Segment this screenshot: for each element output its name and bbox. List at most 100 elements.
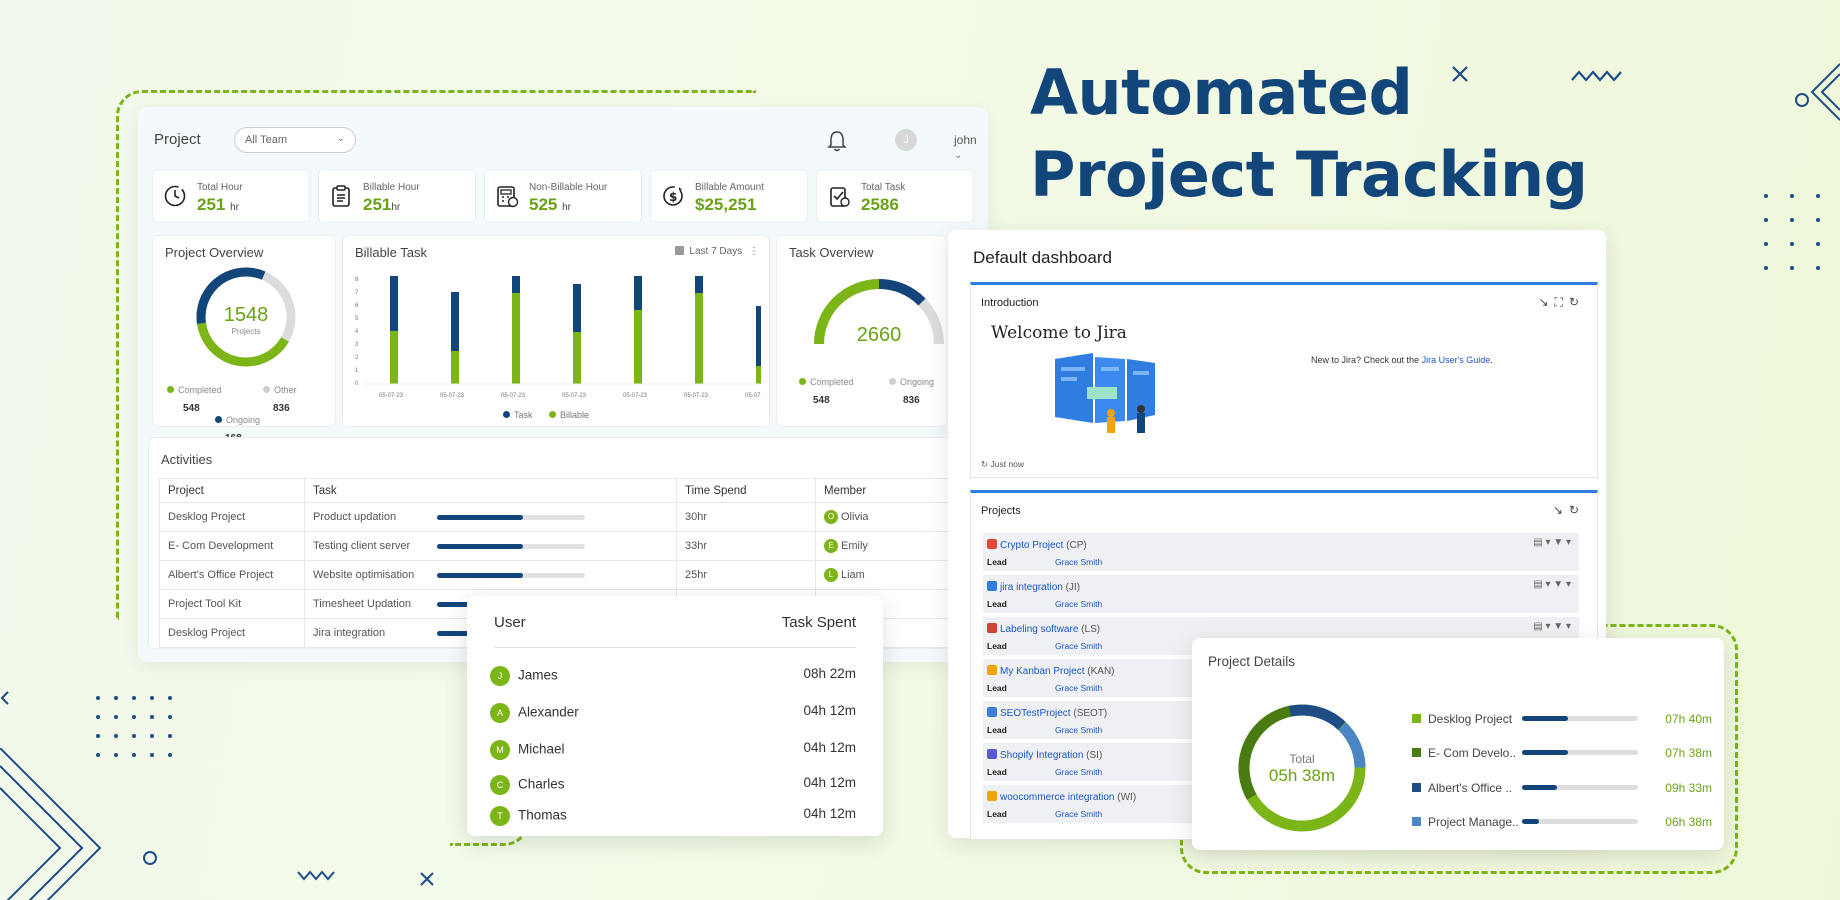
donut-total: 1548 [223, 304, 269, 326]
avatar: O [824, 510, 838, 524]
list-item[interactable]: T Thomas 04h 12m [490, 806, 856, 828]
svg-text:05-07-23: 05-07-23 [623, 393, 648, 399]
progress-bar [1522, 716, 1638, 721]
gadget-actions: ↘⛶↻ [1538, 295, 1585, 310]
list-item[interactable]: A Alexander 04h 12m [490, 703, 856, 725]
project-avatar-icon [987, 749, 997, 759]
fullscreen-icon[interactable]: ⛶ [1555, 295, 1569, 309]
avatar: A [490, 703, 510, 723]
project-avatar-icon [987, 539, 997, 549]
lead-link[interactable]: Grace Smith [1055, 809, 1102, 819]
lead-link[interactable]: Grace Smith [1055, 557, 1102, 567]
row-tools[interactable]: ▤ ▾ ▼ ▾ [1533, 621, 1571, 632]
headline: Automated Project Tracking [1030, 52, 1588, 216]
dollar-icon: $ [663, 186, 683, 206]
project-detail-row[interactable]: Desklog Project 07h 40m [1412, 712, 1712, 728]
page-title: Project [154, 131, 201, 148]
guide-text: New to Jira? Check out the Jira User's G… [1311, 355, 1493, 365]
project-cell: Desklog Project [159, 502, 305, 532]
welcome-heading: Welcome to Jira [991, 323, 1127, 343]
project-cell: Project Tool Kit [159, 589, 305, 619]
avatar: E [824, 539, 838, 553]
project-link[interactable]: SEOTestProject [1000, 708, 1071, 719]
project-detail-row[interactable]: Albert's Office .. 09h 33m [1412, 781, 1712, 797]
team-select[interactable]: All Team ⌄ [234, 127, 356, 153]
lead-link[interactable]: Grace Smith [1055, 767, 1102, 777]
date-range-select[interactable]: Last 7 Days ⋮ [675, 246, 759, 257]
project-row[interactable]: jira integration (JI) Lead Grace Smith ▤ … [983, 575, 1579, 613]
project-detail-row[interactable]: E- Com Develo.. 07h 38m [1412, 746, 1712, 762]
guide-link[interactable]: Jira User's Guide [1422, 355, 1491, 365]
project-avatar-icon [987, 707, 997, 717]
bar-group [390, 276, 761, 384]
project-cell: Albert's Office Project [159, 560, 305, 590]
task-cell: Product updation [304, 502, 677, 532]
avatar: J [490, 666, 510, 686]
introduction-gadget: Introduction ↘⛶↻ Welcome to Jira New to … [970, 282, 1598, 478]
chevron-down-icon: ⌄ [336, 133, 345, 144]
lead-link[interactable]: Grace Smith [1055, 599, 1102, 609]
refresh-icon[interactable]: ↻ [1569, 503, 1585, 517]
lead-link[interactable]: Grace Smith [1055, 641, 1102, 651]
project-link[interactable]: Shopify Integration [1000, 750, 1083, 761]
more-vertical-icon[interactable]: ⋮ [749, 246, 759, 257]
project-avatar-icon [987, 665, 997, 675]
donut-total-label: Total [1289, 752, 1315, 766]
card-header: User Task Spent [494, 614, 856, 648]
column-header: Time Spend [676, 478, 816, 503]
svg-text:5: 5 [355, 316, 359, 322]
project-row[interactable]: Crypto Project (CP) Lead Grace Smith ▤ ▾ … [983, 533, 1579, 571]
table-row[interactable]: E- Com Development Testing client server… [159, 531, 989, 561]
legend-other: Other 836 [263, 380, 297, 416]
stat-card-total-task: Total Task 2586 [816, 169, 974, 223]
gadget-actions: ↘↻ [1553, 503, 1585, 517]
jira-boards-illustration [1055, 353, 1155, 433]
panel-title: Billable Task [355, 245, 428, 260]
svg-text:05-07-23: 05-07-23 [684, 393, 709, 399]
team-select-value: All Team [245, 134, 287, 146]
refresh-icon[interactable]: ↻ [1569, 295, 1585, 309]
avatar: C [490, 775, 510, 795]
minimize-icon[interactable]: ↘ [1553, 503, 1569, 517]
progress-bar [1522, 819, 1638, 824]
row-tools[interactable]: ▤ ▾ ▼ ▾ [1533, 579, 1571, 590]
timestamp: ↻ Just now [981, 459, 1025, 469]
stat-card-billable-amount: $ Billable Amount $25,251 [650, 169, 808, 223]
decorative-wave-icon [297, 870, 335, 881]
project-cell: Desklog Project [159, 618, 305, 648]
dashboard-topbar: Project All Team ⌄ J john ⌄ [154, 127, 978, 161]
stat-label: Billable Amount [695, 182, 764, 193]
project-avatar-icon [987, 623, 997, 633]
stat-label: Billable Hour [363, 182, 420, 193]
svg-text:2: 2 [355, 355, 359, 361]
svg-text:0: 0 [355, 381, 359, 387]
row-tools[interactable]: ▤ ▾ ▼ ▾ [1533, 537, 1571, 548]
decorative-diamond-shape [1795, 63, 1840, 121]
project-link[interactable]: jira integration [1000, 582, 1063, 593]
minimize-icon[interactable]: ↘ [1538, 295, 1554, 309]
task-cell: Website optimisation [304, 560, 677, 590]
project-link[interactable]: Crypto Project [1000, 540, 1063, 551]
task-overview-panel: Task Overview 2660 Completed 548 Ongoing… [776, 235, 946, 427]
project-link[interactable]: My Kanban Project [1000, 666, 1085, 677]
gadget-title: Introduction [981, 297, 1039, 309]
avatar[interactable]: J [895, 129, 917, 151]
project-link[interactable]: Labeling software [1000, 624, 1078, 635]
page-title: Default dashboard [973, 248, 1112, 267]
project-detail-row[interactable]: Project Manage.. 06h 38m [1412, 815, 1712, 831]
list-item[interactable]: C Charles 04h 12m [490, 775, 856, 797]
project-link[interactable]: woocommerce integration [1000, 792, 1115, 803]
table-row[interactable]: Desklog Project Product updation 30hr OO… [159, 502, 989, 532]
gadget-title: Projects [981, 505, 1021, 517]
user-menu[interactable]: john ⌄ [954, 133, 978, 161]
bell-icon[interactable] [826, 129, 848, 153]
task-check-icon [830, 187, 850, 207]
lead-link[interactable]: Grace Smith [1055, 683, 1102, 693]
lead-link[interactable]: Grace Smith [1055, 725, 1102, 735]
list-item[interactable]: J James 08h 22m [490, 666, 856, 688]
list-item[interactable]: M Michael 04h 12m [490, 740, 856, 762]
legend-completed: Completed 548 [799, 372, 854, 408]
column-header: Task [304, 478, 677, 503]
task-cell: Testing client server [304, 531, 677, 561]
table-row[interactable]: Albert's Office Project Website optimisa… [159, 560, 989, 590]
